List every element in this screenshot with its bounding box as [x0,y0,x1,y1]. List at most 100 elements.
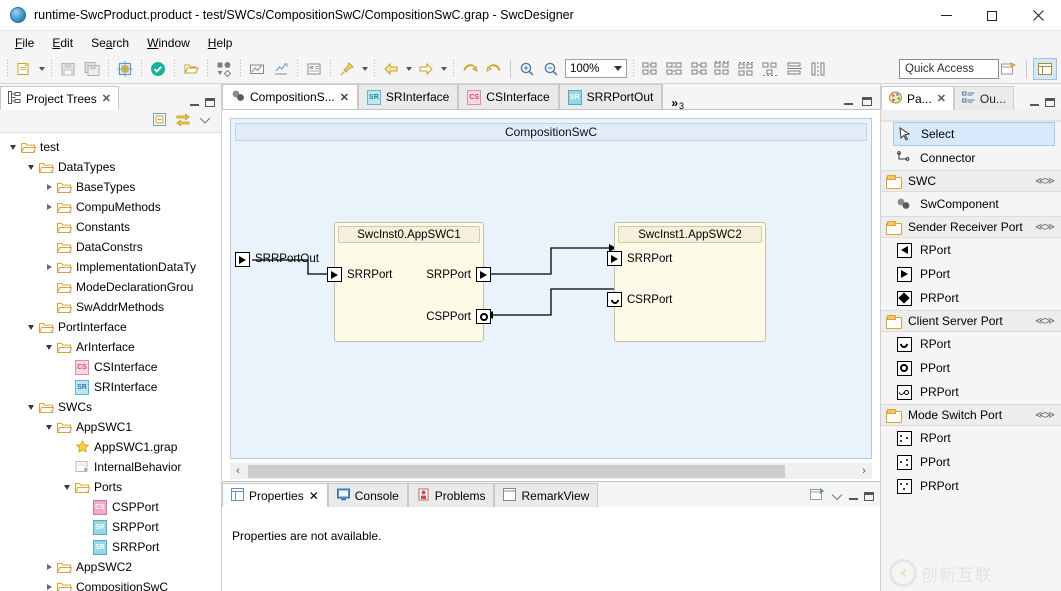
swcdesigner-perspective-icon[interactable] [1033,58,1057,80]
close-icon[interactable]: ✕ [340,91,349,104]
table-icon[interactable] [303,58,325,80]
collapse-group-icon[interactable]: ≪≫ [1035,316,1055,327]
zoom-level-combo[interactable]: 100% [565,59,627,78]
palette-item-client-server-port-rport[interactable]: RPort [881,332,1061,356]
close-icon[interactable]: ✕ [309,489,319,503]
pin-view-icon[interactable] [810,488,825,505]
tree-item[interactable]: BaseTypes [0,177,221,197]
scroll-left-icon[interactable]: ‹ [230,465,246,477]
palette-tool-select[interactable]: Select [893,122,1055,146]
component-SwcInst0-AppSWC1[interactable]: SwcInst0.AppSWC1 SRRPort SRPPort CSPPort [327,222,491,342]
chevron-down-icon[interactable] [42,340,56,354]
tree-item[interactable]: SR SRPPort [0,517,221,537]
palette-group-mode-switch-port[interactable]: Mode Switch Port ≪≫ [881,404,1061,426]
bottom-tab-Problems[interactable]: Problems [407,483,495,507]
view-menu-icon[interactable] [199,114,211,128]
tree-item[interactable]: CS CSPPort [0,497,221,517]
scroll-right-icon[interactable]: › [856,465,872,477]
tree-item[interactable]: DataTypes [0,157,221,177]
align-center-icon[interactable] [663,58,685,80]
close-icon[interactable]: ✕ [937,92,946,105]
maximize-icon[interactable] [205,98,215,107]
validate-icon[interactable] [147,58,169,80]
maximize-icon[interactable] [862,97,872,106]
minimize-icon[interactable] [923,0,969,31]
align-left-icon[interactable] [639,58,661,80]
pin-icon[interactable] [336,58,358,80]
palette-item-sender-receiver-port-pport[interactable]: PPort [881,262,1061,286]
port-SwcInst0-CSPPort[interactable]: CSPPort [426,309,491,324]
minimize-icon[interactable] [844,98,853,105]
palette-item-sender-receiver-port-prport[interactable]: PRPort [881,286,1061,310]
menu-edit[interactable]: Edit [43,34,82,52]
zoom-in-icon[interactable] [516,58,538,80]
quick-access-input[interactable]: Quick Access [899,59,999,79]
close-icon[interactable] [1015,0,1061,31]
palette-item-client-server-port-prport[interactable]: PRPort [881,380,1061,404]
maximize-icon[interactable] [1045,98,1055,107]
palette-item-mode-switch-port-rport[interactable]: RPort [881,426,1061,450]
tree-item[interactable]: AppSWC1.grap [0,437,221,457]
forward-dropdown-icon[interactable] [438,58,449,80]
tab-outline[interactable]: Ou... [953,86,1014,110]
menu-help[interactable]: Help [199,34,242,52]
palette-item-sender-receiver-port-rport[interactable]: RPort [881,238,1061,262]
trend-icon[interactable] [270,58,292,80]
collapse-group-icon[interactable]: ≪≫ [1035,222,1055,233]
palette-group-swc[interactable]: SWC ≪≫ [881,170,1061,192]
align-right-icon[interactable] [687,58,709,80]
new-file-dropdown-icon[interactable] [36,58,47,80]
tree-item[interactable]: ModeDeclarationGrou [0,277,221,297]
close-icon[interactable]: ✕ [102,92,111,105]
collapse-group-icon[interactable]: ≪≫ [1035,176,1055,187]
tree-item[interactable]: CS CSInterface [0,357,221,377]
palette-item-mode-switch-port-prport[interactable]: PRPort [881,474,1061,498]
save-all-icon[interactable] [81,58,103,80]
redo-icon[interactable] [483,58,505,80]
forward-arrow-icon[interactable] [415,58,437,80]
tree-item[interactable]: ImplementationDataTy [0,257,221,277]
new-file-icon[interactable] [13,58,35,80]
view-menu-icon[interactable] [831,490,843,504]
minimize-icon[interactable] [1030,99,1039,106]
scroll-track[interactable] [246,464,856,478]
align-middle-icon[interactable] [735,58,757,80]
chevron-down-icon[interactable] [42,420,56,434]
editor-tab-CSInterface[interactable]: CS CSInterface [458,84,559,109]
port-SwcInst1-CSRPort[interactable]: CSRPort [607,292,672,307]
zoom-out-icon[interactable] [540,58,562,80]
link-with-editor-icon[interactable] [175,112,191,129]
new-perspective-icon[interactable] [996,58,1020,80]
distribute-vertical-icon[interactable] [807,58,829,80]
port-SwcInst0-SRRPort[interactable]: SRRPort [327,267,392,282]
chevron-right-icon[interactable] [42,560,56,574]
palette-group-sender-receiver-port[interactable]: Sender Receiver Port ≪≫ [881,216,1061,238]
tree-item[interactable]: SWCs [0,397,221,417]
chart-icon[interactable] [246,58,268,80]
editor-tab-CompositionS[interactable]: CompositionS... ✕ [222,84,358,109]
tree-item[interactable]: AppSWC1 [0,417,221,437]
maximize-icon[interactable] [969,0,1015,31]
tree-item[interactable]: InternalBehavior [0,457,221,477]
layout-icon[interactable] [114,58,136,80]
save-icon[interactable] [57,58,79,80]
scroll-thumb[interactable] [248,464,785,478]
maximize-icon[interactable] [864,492,874,501]
collapse-group-icon[interactable]: ≪≫ [1035,410,1055,421]
bottom-tab-Console[interactable]: Console [327,483,408,507]
tree-item[interactable]: ArInterface [0,337,221,357]
tree-item[interactable]: DataConstrs [0,237,221,257]
tree-item[interactable]: SR SRInterface [0,377,221,397]
bottom-tab-RemarkView[interactable]: RemarkView [494,483,599,507]
shapes-icon[interactable] [213,58,235,80]
chevron-right-icon[interactable] [42,200,56,214]
minimize-icon[interactable] [190,99,199,106]
editor-horizontal-scrollbar[interactable]: ‹ › [230,463,872,479]
chevron-down-icon[interactable] [60,480,74,494]
tree-item[interactable]: PortInterface [0,317,221,337]
align-top-icon[interactable] [711,58,733,80]
more-editors-button[interactable]: » 3 [662,84,692,111]
tree-item[interactable]: test [0,137,221,157]
chevron-down-icon[interactable] [6,140,20,154]
chevron-right-icon[interactable] [42,180,56,194]
